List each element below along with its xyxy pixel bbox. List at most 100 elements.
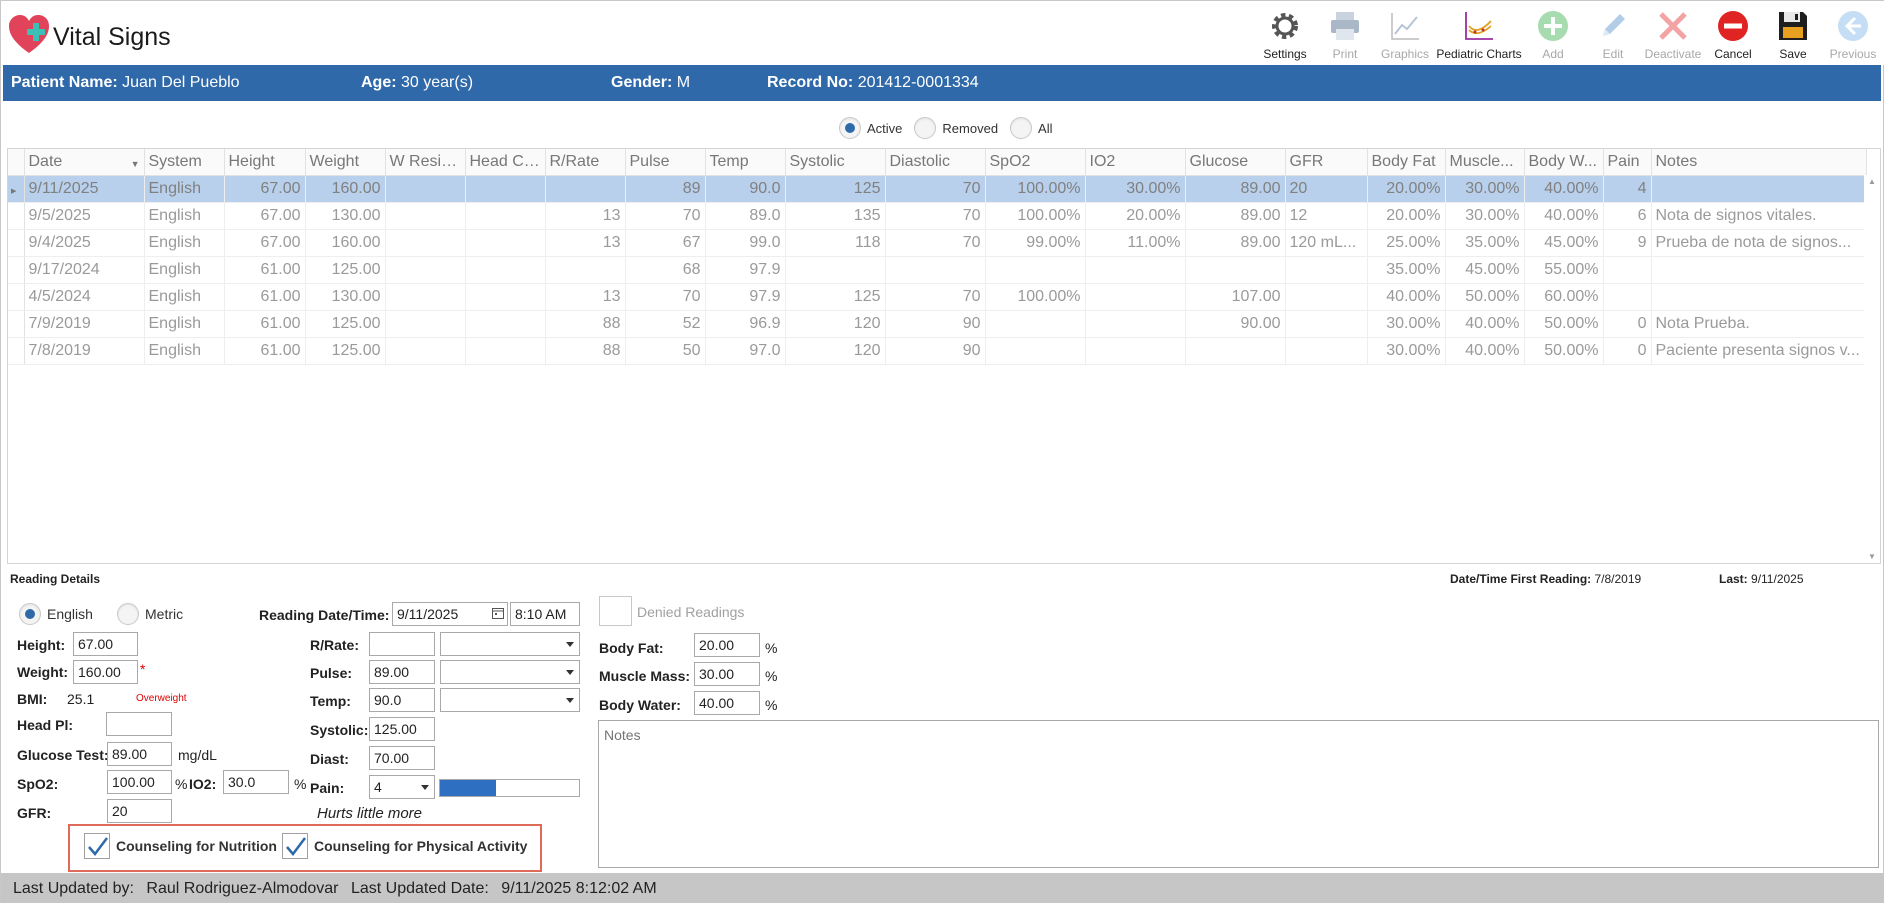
- patient-name: Juan Del Pueblo: [122, 74, 240, 91]
- edit-button[interactable]: Edit: [1585, 5, 1641, 63]
- col-header-pain[interactable]: Pain: [1603, 149, 1652, 176]
- diast-input[interactable]: [369, 746, 435, 770]
- table-cell: 30.00%: [1445, 202, 1525, 230]
- table-cell: 9: [1603, 229, 1652, 257]
- rrate-input[interactable]: [369, 632, 435, 656]
- weight-input[interactable]: [73, 660, 138, 684]
- temp-input[interactable]: [369, 688, 435, 712]
- systolic-input[interactable]: [369, 717, 435, 741]
- table-cell: [465, 256, 546, 284]
- graphics-button[interactable]: Graphics: [1377, 5, 1433, 63]
- deactivate-button[interactable]: Deactivate: [1645, 5, 1701, 63]
- col-header-rrate[interactable]: R/Rate: [545, 149, 626, 176]
- print-button[interactable]: Print: [1317, 5, 1373, 63]
- notes-textarea[interactable]: [598, 720, 1879, 868]
- body-water-input[interactable]: [694, 691, 760, 715]
- col-header-io2[interactable]: IO2: [1085, 149, 1186, 176]
- previous-button[interactable]: Previous: [1825, 5, 1881, 63]
- gfr-label: GFR:: [17, 805, 52, 821]
- calendar-icon[interactable]: [492, 607, 504, 619]
- col-header-gfr[interactable]: GFR: [1285, 149, 1368, 176]
- cancel-button[interactable]: Cancel: [1705, 5, 1761, 63]
- table-cell: [1603, 256, 1652, 284]
- muscle-mass-input[interactable]: [694, 662, 760, 686]
- denied-readings-checkbox[interactable]: [599, 596, 632, 626]
- headpl-input[interactable]: [106, 712, 172, 736]
- table-cell: 7/9/2019: [24, 310, 145, 338]
- pulse-dropdown[interactable]: [440, 660, 580, 684]
- table-row[interactable]: ▶ 9/11/2025 English 67.00 160.00 89 90.0 125 70 1…: [8, 175, 1867, 203]
- col-header-muscle[interactable]: Muscle...: [1445, 149, 1525, 176]
- print-label: Print: [1332, 47, 1358, 61]
- counseling-nutrition-checkbox[interactable]: Counseling for Nutrition: [84, 833, 277, 859]
- scroll-down-icon[interactable]: ▼: [1868, 552, 1876, 561]
- reading-date-value: 9/11/2025: [397, 606, 459, 622]
- row-indicator: [8, 283, 25, 311]
- height-input[interactable]: [73, 632, 138, 656]
- col-header-height[interactable]: Height: [224, 149, 306, 176]
- table-row[interactable]: 7/9/2019 English 61.00 125.00 88 52 96.9 120 90 9…: [8, 310, 1867, 338]
- col-header-head-circ[interactable]: Head Circ.: [465, 149, 546, 176]
- col-header-system[interactable]: System: [144, 149, 225, 176]
- save-button[interactable]: Save: [1765, 5, 1821, 63]
- table-cell: [1285, 310, 1368, 338]
- table-cell: 61.00: [224, 337, 306, 365]
- table-cell: 9/17/2024: [24, 256, 145, 284]
- bodyfat-input[interactable]: [694, 633, 760, 657]
- settings-label: Settings: [1263, 47, 1307, 61]
- grid-vertical-scrollbar[interactable]: ▲ ▼: [1864, 175, 1880, 563]
- gfr-input[interactable]: [107, 799, 172, 823]
- reading-time-input[interactable]: [510, 602, 580, 626]
- col-header-diastolic[interactable]: Diastolic: [885, 149, 986, 176]
- col-header-pulse[interactable]: Pulse: [625, 149, 706, 176]
- table-row[interactable]: 9/5/2025 English 67.00 130.00 13 70 89.0 135 70 1…: [8, 202, 1867, 230]
- temp-dropdown[interactable]: [440, 688, 580, 712]
- pain-dropdown[interactable]: 4: [369, 775, 435, 799]
- table-cell: 12: [1285, 202, 1368, 230]
- table-cell: English: [144, 202, 225, 230]
- table-row[interactable]: 4/5/2024 English 61.00 130.00 13 70 97.9 125 70 1…: [8, 283, 1867, 311]
- row-indicator: ▶: [8, 175, 25, 203]
- col-header-glucose[interactable]: Glucose: [1185, 149, 1286, 176]
- table-row[interactable]: 7/8/2019 English 61.00 125.00 88 50 97.0 120 90 3…: [8, 337, 1867, 365]
- system-english-radio[interactable]: English: [19, 603, 93, 625]
- table-cell: [545, 256, 626, 284]
- table-row[interactable]: 9/17/2024 English 61.00 125.00 68 97.9 35.00% 4…: [8, 256, 1867, 284]
- col-header-waist[interactable]: W Resid...: [385, 149, 466, 176]
- table-cell: 88: [545, 337, 626, 365]
- filter-active-radio[interactable]: Active: [839, 117, 902, 139]
- table-cell: [465, 202, 546, 230]
- glucose-input[interactable]: [107, 742, 172, 766]
- col-header-date[interactable]: Date ▼: [24, 149, 145, 176]
- checkmark-icon: [286, 837, 306, 856]
- col-header-systolic[interactable]: Systolic: [785, 149, 886, 176]
- table-cell: 89.00: [1185, 202, 1286, 230]
- table-cell: 0: [1603, 310, 1652, 338]
- col-header-spo2[interactable]: SpO2: [985, 149, 1086, 176]
- reading-date-picker[interactable]: 9/11/2025: [392, 602, 508, 626]
- add-button[interactable]: Add: [1525, 5, 1581, 63]
- glucose-unit: mg/dL: [178, 747, 217, 763]
- filter-all-radio[interactable]: All: [1010, 117, 1053, 139]
- pain-level-bar: [439, 779, 580, 797]
- table-cell: 55.00%: [1524, 256, 1604, 284]
- spo2-input[interactable]: [107, 770, 172, 794]
- table-row[interactable]: 9/4/2025 English 67.00 160.00 13 67 99.0 118 70 9…: [8, 229, 1867, 257]
- system-metric-radio[interactable]: Metric: [117, 603, 183, 625]
- pediatric-charts-button[interactable]: Pediatric Charts: [1436, 5, 1522, 63]
- scroll-up-icon[interactable]: ▲: [1868, 177, 1876, 186]
- counseling-activity-checkbox[interactable]: Counseling for Physical Activity: [282, 833, 527, 859]
- col-header-notes[interactable]: Notes: [1651, 149, 1867, 176]
- settings-button[interactable]: Settings: [1257, 5, 1313, 63]
- rrate-dropdown[interactable]: [440, 632, 580, 656]
- line-chart-icon: [1391, 13, 1419, 40]
- filter-removed-radio[interactable]: Removed: [914, 117, 998, 139]
- col-header-weight[interactable]: Weight: [305, 149, 386, 176]
- table-cell: Prueba de nota de signos...: [1651, 229, 1867, 257]
- col-header-temp[interactable]: Temp: [705, 149, 786, 176]
- io2-input[interactable]: [223, 770, 289, 794]
- table-cell: [1085, 283, 1186, 311]
- col-header-body-water[interactable]: Body W...: [1524, 149, 1604, 176]
- pulse-input[interactable]: [369, 660, 435, 684]
- col-header-body-fat[interactable]: Body Fat: [1367, 149, 1446, 176]
